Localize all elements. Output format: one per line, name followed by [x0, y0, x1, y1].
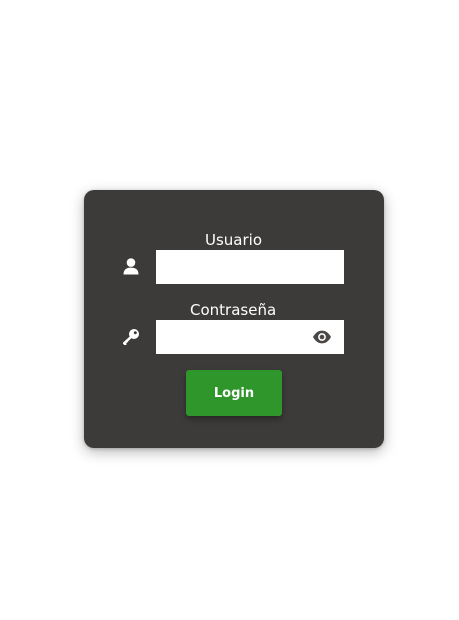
username-field-container [156, 250, 344, 284]
eye-icon[interactable] [312, 329, 332, 345]
password-field-container [156, 320, 344, 354]
login-button[interactable]: Login [186, 370, 282, 416]
key-icon [122, 328, 140, 346]
user-icon [123, 258, 139, 275]
username-input[interactable] [156, 250, 344, 284]
password-label: Contraseña [190, 301, 277, 319]
login-card: Usuario Contraseña Login [84, 190, 384, 448]
username-label: Usuario [205, 231, 263, 249]
